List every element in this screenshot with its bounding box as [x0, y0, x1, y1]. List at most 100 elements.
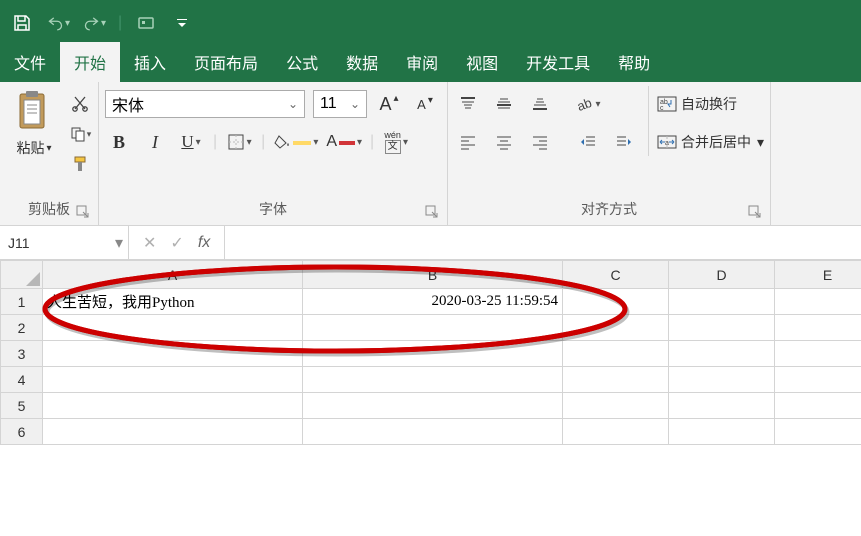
column-header-e[interactable]: E	[775, 261, 861, 289]
decrease-indent-button[interactable]	[574, 128, 602, 156]
cell-d3[interactable]	[669, 341, 775, 367]
customize-qat-icon[interactable]	[170, 11, 194, 35]
cell-a5[interactable]	[43, 393, 303, 419]
column-header-b[interactable]: B	[303, 261, 563, 289]
tab-home[interactable]: 开始	[60, 42, 120, 82]
increase-indent-button[interactable]	[610, 128, 638, 156]
align-top-button[interactable]	[454, 90, 482, 118]
tab-view[interactable]: 视图	[452, 42, 512, 82]
font-size-combo[interactable]: 11⌄	[313, 90, 367, 118]
cell-e3[interactable]	[775, 341, 861, 367]
formula-input[interactable]	[225, 226, 861, 259]
row-header-3[interactable]: 3	[1, 341, 43, 367]
paste-button[interactable]: 粘贴▾	[6, 86, 62, 158]
bold-button[interactable]: B	[105, 128, 133, 156]
cell-e5[interactable]	[775, 393, 861, 419]
cell-d2[interactable]	[669, 315, 775, 341]
save-icon[interactable]	[10, 11, 34, 35]
row-header-6[interactable]: 6	[1, 419, 43, 445]
cell-a4[interactable]	[43, 367, 303, 393]
cell-c3[interactable]	[563, 341, 669, 367]
cell-b4[interactable]	[303, 367, 563, 393]
align-left-button[interactable]	[454, 128, 482, 156]
cell-b1[interactable]: 2020-03-25 11:59:54	[303, 289, 563, 315]
align-bottom-button[interactable]	[526, 90, 554, 118]
borders-button[interactable]: ▾	[225, 128, 253, 156]
cell-b5[interactable]	[303, 393, 563, 419]
font-color-button[interactable]: A▾	[326, 128, 362, 156]
phonetic-guide-button[interactable]: wén文▾	[382, 128, 410, 156]
increase-font-button[interactable]: A▴	[375, 90, 403, 118]
ribbon: 粘贴▾ ▾ 剪贴板 宋体⌄ 11⌄ A▴ A▾ B	[0, 82, 861, 226]
alignment-launcher[interactable]	[748, 205, 762, 219]
cell-c6[interactable]	[563, 419, 669, 445]
clipboard-launcher[interactable]	[76, 205, 90, 219]
cell-d1[interactable]	[669, 289, 775, 315]
redo-icon[interactable]: ▾	[82, 11, 106, 35]
cell-e4[interactable]	[775, 367, 861, 393]
cancel-formula-icon: ✕	[143, 233, 156, 253]
align-center-button[interactable]	[490, 128, 518, 156]
svg-text:ab: ab	[576, 95, 594, 113]
row-header-2[interactable]: 2	[1, 315, 43, 341]
select-all-corner[interactable]	[1, 261, 43, 289]
paste-label: 粘贴	[16, 138, 44, 158]
tab-data[interactable]: 数据	[332, 42, 392, 82]
merge-center-button[interactable]: a 合并后居中▾	[657, 128, 764, 156]
cell-c5[interactable]	[563, 393, 669, 419]
tab-file[interactable]: 文件	[0, 42, 60, 82]
column-header-d[interactable]: D	[669, 261, 775, 289]
column-header-c[interactable]: C	[563, 261, 669, 289]
cut-button[interactable]	[68, 92, 92, 116]
cell-b3[interactable]	[303, 341, 563, 367]
fill-color-button[interactable]: ▾	[273, 128, 318, 156]
svg-text:a: a	[665, 140, 669, 147]
decrease-font-button[interactable]: A▾	[411, 90, 439, 118]
name-box-dropdown[interactable]: ▾	[110, 233, 128, 253]
touch-mode-icon[interactable]	[134, 11, 158, 35]
tab-formulas[interactable]: 公式	[272, 42, 332, 82]
cell-b6[interactable]	[303, 419, 563, 445]
underline-button[interactable]: U▾	[177, 128, 205, 156]
row-header-1[interactable]: 1	[1, 289, 43, 315]
column-header-a[interactable]: A	[43, 261, 303, 289]
group-font-label: 字体	[259, 201, 287, 217]
tab-page-layout[interactable]: 页面布局	[180, 42, 272, 82]
tab-review[interactable]: 审阅	[392, 42, 452, 82]
cell-a1[interactable]: 人生苦短，我用Python	[43, 289, 303, 315]
tab-developer[interactable]: 开发工具	[512, 42, 604, 82]
orientation-button[interactable]: ab▾	[574, 90, 602, 118]
italic-button[interactable]: I	[141, 128, 169, 156]
cell-a3[interactable]	[43, 341, 303, 367]
cell-b2[interactable]	[303, 315, 563, 341]
copy-button[interactable]: ▾	[68, 122, 92, 146]
group-font: 宋体⌄ 11⌄ A▴ A▾ B I U▾ | ▾ | ▾ A▾ | wén文▾	[99, 82, 448, 225]
align-middle-button[interactable]	[490, 90, 518, 118]
tab-insert[interactable]: 插入	[120, 42, 180, 82]
align-right-button[interactable]	[526, 128, 554, 156]
format-painter-button[interactable]	[68, 152, 92, 176]
cell-e6[interactable]	[775, 419, 861, 445]
insert-function-button[interactable]: fx	[198, 234, 210, 252]
tab-help[interactable]: 帮助	[604, 42, 664, 82]
cell-e2[interactable]	[775, 315, 861, 341]
copy-icon	[69, 125, 87, 143]
cell-d4[interactable]	[669, 367, 775, 393]
paste-icon	[14, 90, 54, 134]
cell-d5[interactable]	[669, 393, 775, 419]
cell-a6[interactable]	[43, 419, 303, 445]
cell-c4[interactable]	[563, 367, 669, 393]
font-launcher[interactable]	[425, 205, 439, 219]
fill-color-icon	[273, 135, 291, 149]
cell-d6[interactable]	[669, 419, 775, 445]
cell-c1[interactable]	[563, 289, 669, 315]
row-header-5[interactable]: 5	[1, 393, 43, 419]
cell-c2[interactable]	[563, 315, 669, 341]
row-header-4[interactable]: 4	[1, 367, 43, 393]
name-box[interactable]: J11	[0, 226, 110, 259]
font-name-combo[interactable]: 宋体⌄	[105, 90, 305, 118]
undo-icon[interactable]: ▾	[46, 11, 70, 35]
cell-e1[interactable]	[775, 289, 861, 315]
cell-a2[interactable]	[43, 315, 303, 341]
wrap-text-button[interactable]: abc 自动换行	[657, 90, 764, 118]
